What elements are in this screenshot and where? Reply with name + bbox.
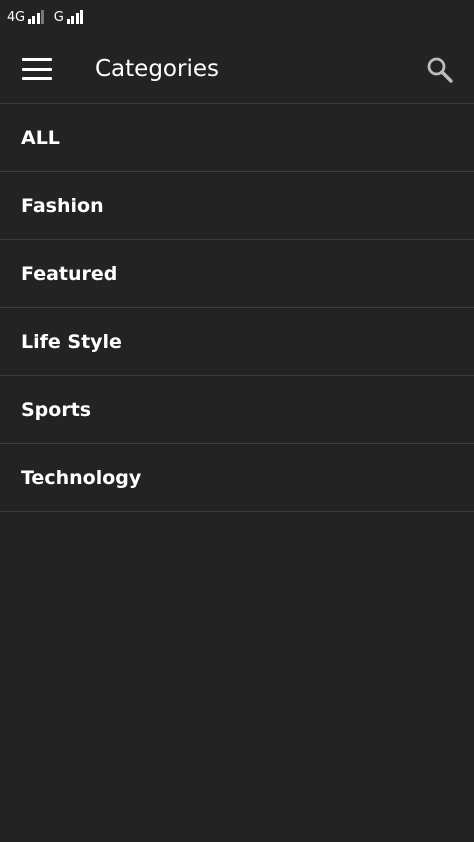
category-list: ALL Fashion Featured Life Style Sports T… <box>0 104 474 512</box>
hamburger-menu-icon[interactable] <box>20 56 54 82</box>
category-label: Life Style <box>21 330 122 353</box>
category-label: ALL <box>21 126 60 149</box>
status-bar: 4G G <box>0 0 474 34</box>
category-item-technology[interactable]: Technology <box>0 444 474 512</box>
category-label: Featured <box>21 262 118 285</box>
status-network-2: G <box>54 10 85 25</box>
network-type-label-1: 4G <box>7 9 25 25</box>
signal-strength-icon <box>27 10 46 24</box>
category-item-all[interactable]: ALL <box>0 104 474 172</box>
page-title: Categories <box>95 56 219 82</box>
category-item-sports[interactable]: Sports <box>0 376 474 444</box>
category-label: Technology <box>21 466 142 489</box>
status-network-1: 4G <box>7 10 46 25</box>
category-label: Fashion <box>21 194 104 217</box>
category-item-fashion[interactable]: Fashion <box>0 172 474 240</box>
category-item-life-style[interactable]: Life Style <box>0 308 474 376</box>
signal-strength-icon <box>66 10 85 24</box>
category-label: Sports <box>21 398 92 421</box>
app-bar: Categories <box>0 34 474 104</box>
search-icon[interactable] <box>424 54 456 86</box>
network-type-label-2: G <box>53 9 64 25</box>
category-item-featured[interactable]: Featured <box>0 240 474 308</box>
